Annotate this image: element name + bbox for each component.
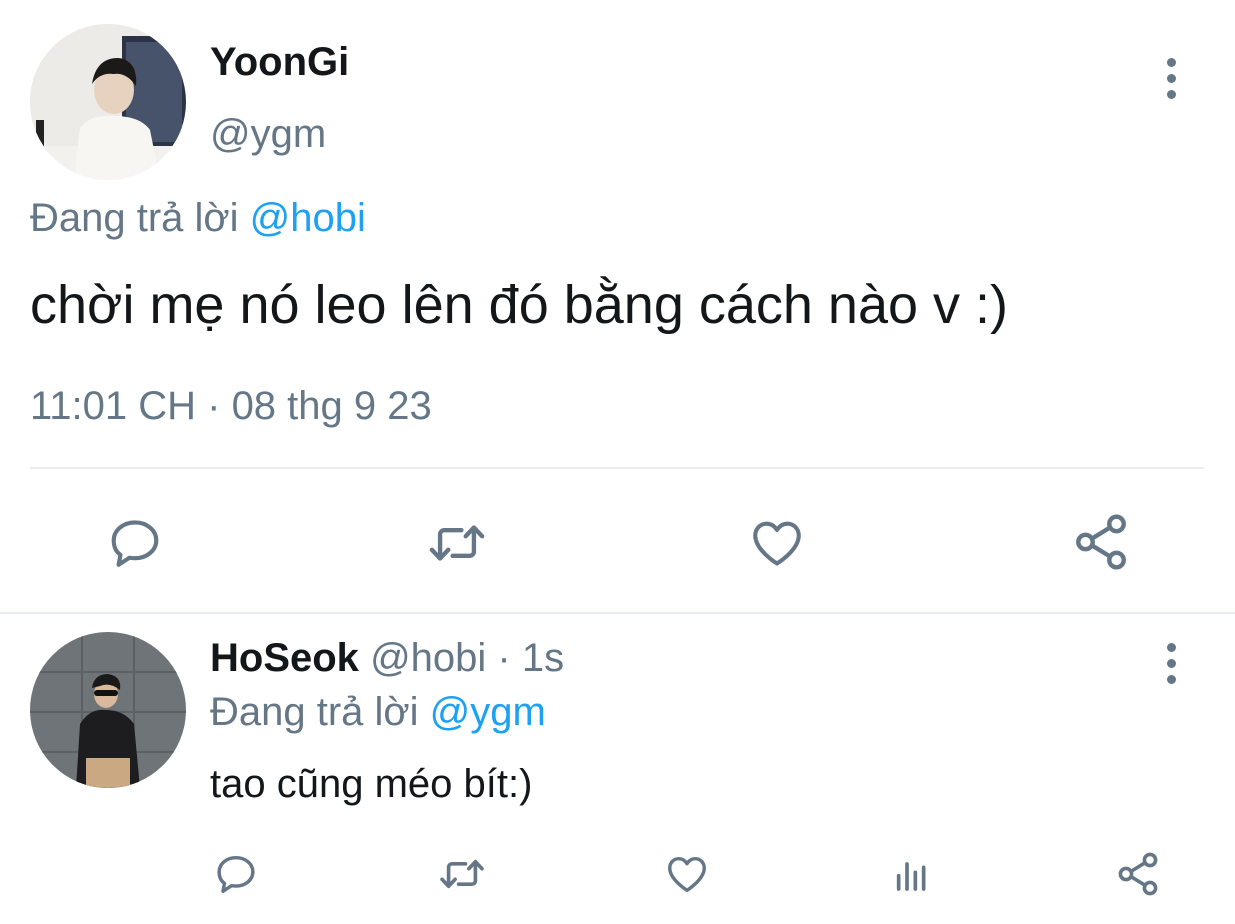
replying-to-handle-link[interactable]: @hobi (250, 196, 366, 240)
analytics-button[interactable] (886, 850, 938, 898)
reply-button[interactable] (100, 512, 170, 574)
avatar-photo (30, 24, 186, 180)
avatar-photo (30, 632, 186, 788)
reply-author-avatar[interactable] (30, 632, 186, 788)
reply-reply-button[interactable] (208, 850, 264, 898)
author-avatar[interactable] (30, 24, 186, 180)
reply-replying-to: Đang trả lời @ygm (210, 690, 546, 735)
replying-to-handle-link[interactable]: @ygm (430, 690, 546, 734)
reply-time[interactable]: 1s (522, 636, 564, 680)
replying-to-label: Đang trả lời (30, 196, 239, 240)
reply-header: HoSeok @hobi · 1s (210, 636, 564, 681)
section-divider (0, 612, 1235, 614)
replying-to: Đang trả lời @hobi (30, 196, 366, 241)
author-name[interactable]: YoonGi (210, 40, 349, 85)
reply-icon (111, 520, 159, 567)
more-options-icon[interactable] (1159, 58, 1183, 99)
retweet-icon (429, 525, 485, 561)
tweet-text: chời mẹ nó leo lên đó bằng cách nào v :) (30, 275, 1009, 335)
analytics-icon (896, 862, 926, 891)
divider (30, 467, 1204, 469)
reply-author-name[interactable]: HoSeok (210, 636, 359, 680)
like-icon (753, 521, 801, 566)
reply-text: tao cũng méo bít:) (210, 762, 533, 806)
like-icon (668, 856, 706, 893)
reply-retweet-button[interactable] (432, 850, 492, 898)
share-icon (1118, 852, 1158, 896)
retweet-button[interactable] (420, 512, 494, 574)
reply-icon (217, 855, 255, 893)
author-handle[interactable]: @ygm (210, 112, 326, 157)
reply-more-options-icon[interactable] (1159, 643, 1183, 684)
share-icon (1076, 514, 1126, 570)
like-button[interactable] (742, 512, 812, 574)
share-button[interactable] (1066, 510, 1136, 574)
replying-to-label: Đang trả lời (210, 690, 419, 734)
tweet-timestamp[interactable]: 11:01 CH · 08 thg 9 23 (30, 384, 432, 429)
retweet-icon (440, 859, 484, 889)
reply-author-handle[interactable]: @hobi (370, 636, 486, 680)
reply-like-button[interactable] (660, 850, 714, 898)
time-separator: · (486, 636, 522, 680)
reply-share-button[interactable] (1110, 848, 1166, 900)
